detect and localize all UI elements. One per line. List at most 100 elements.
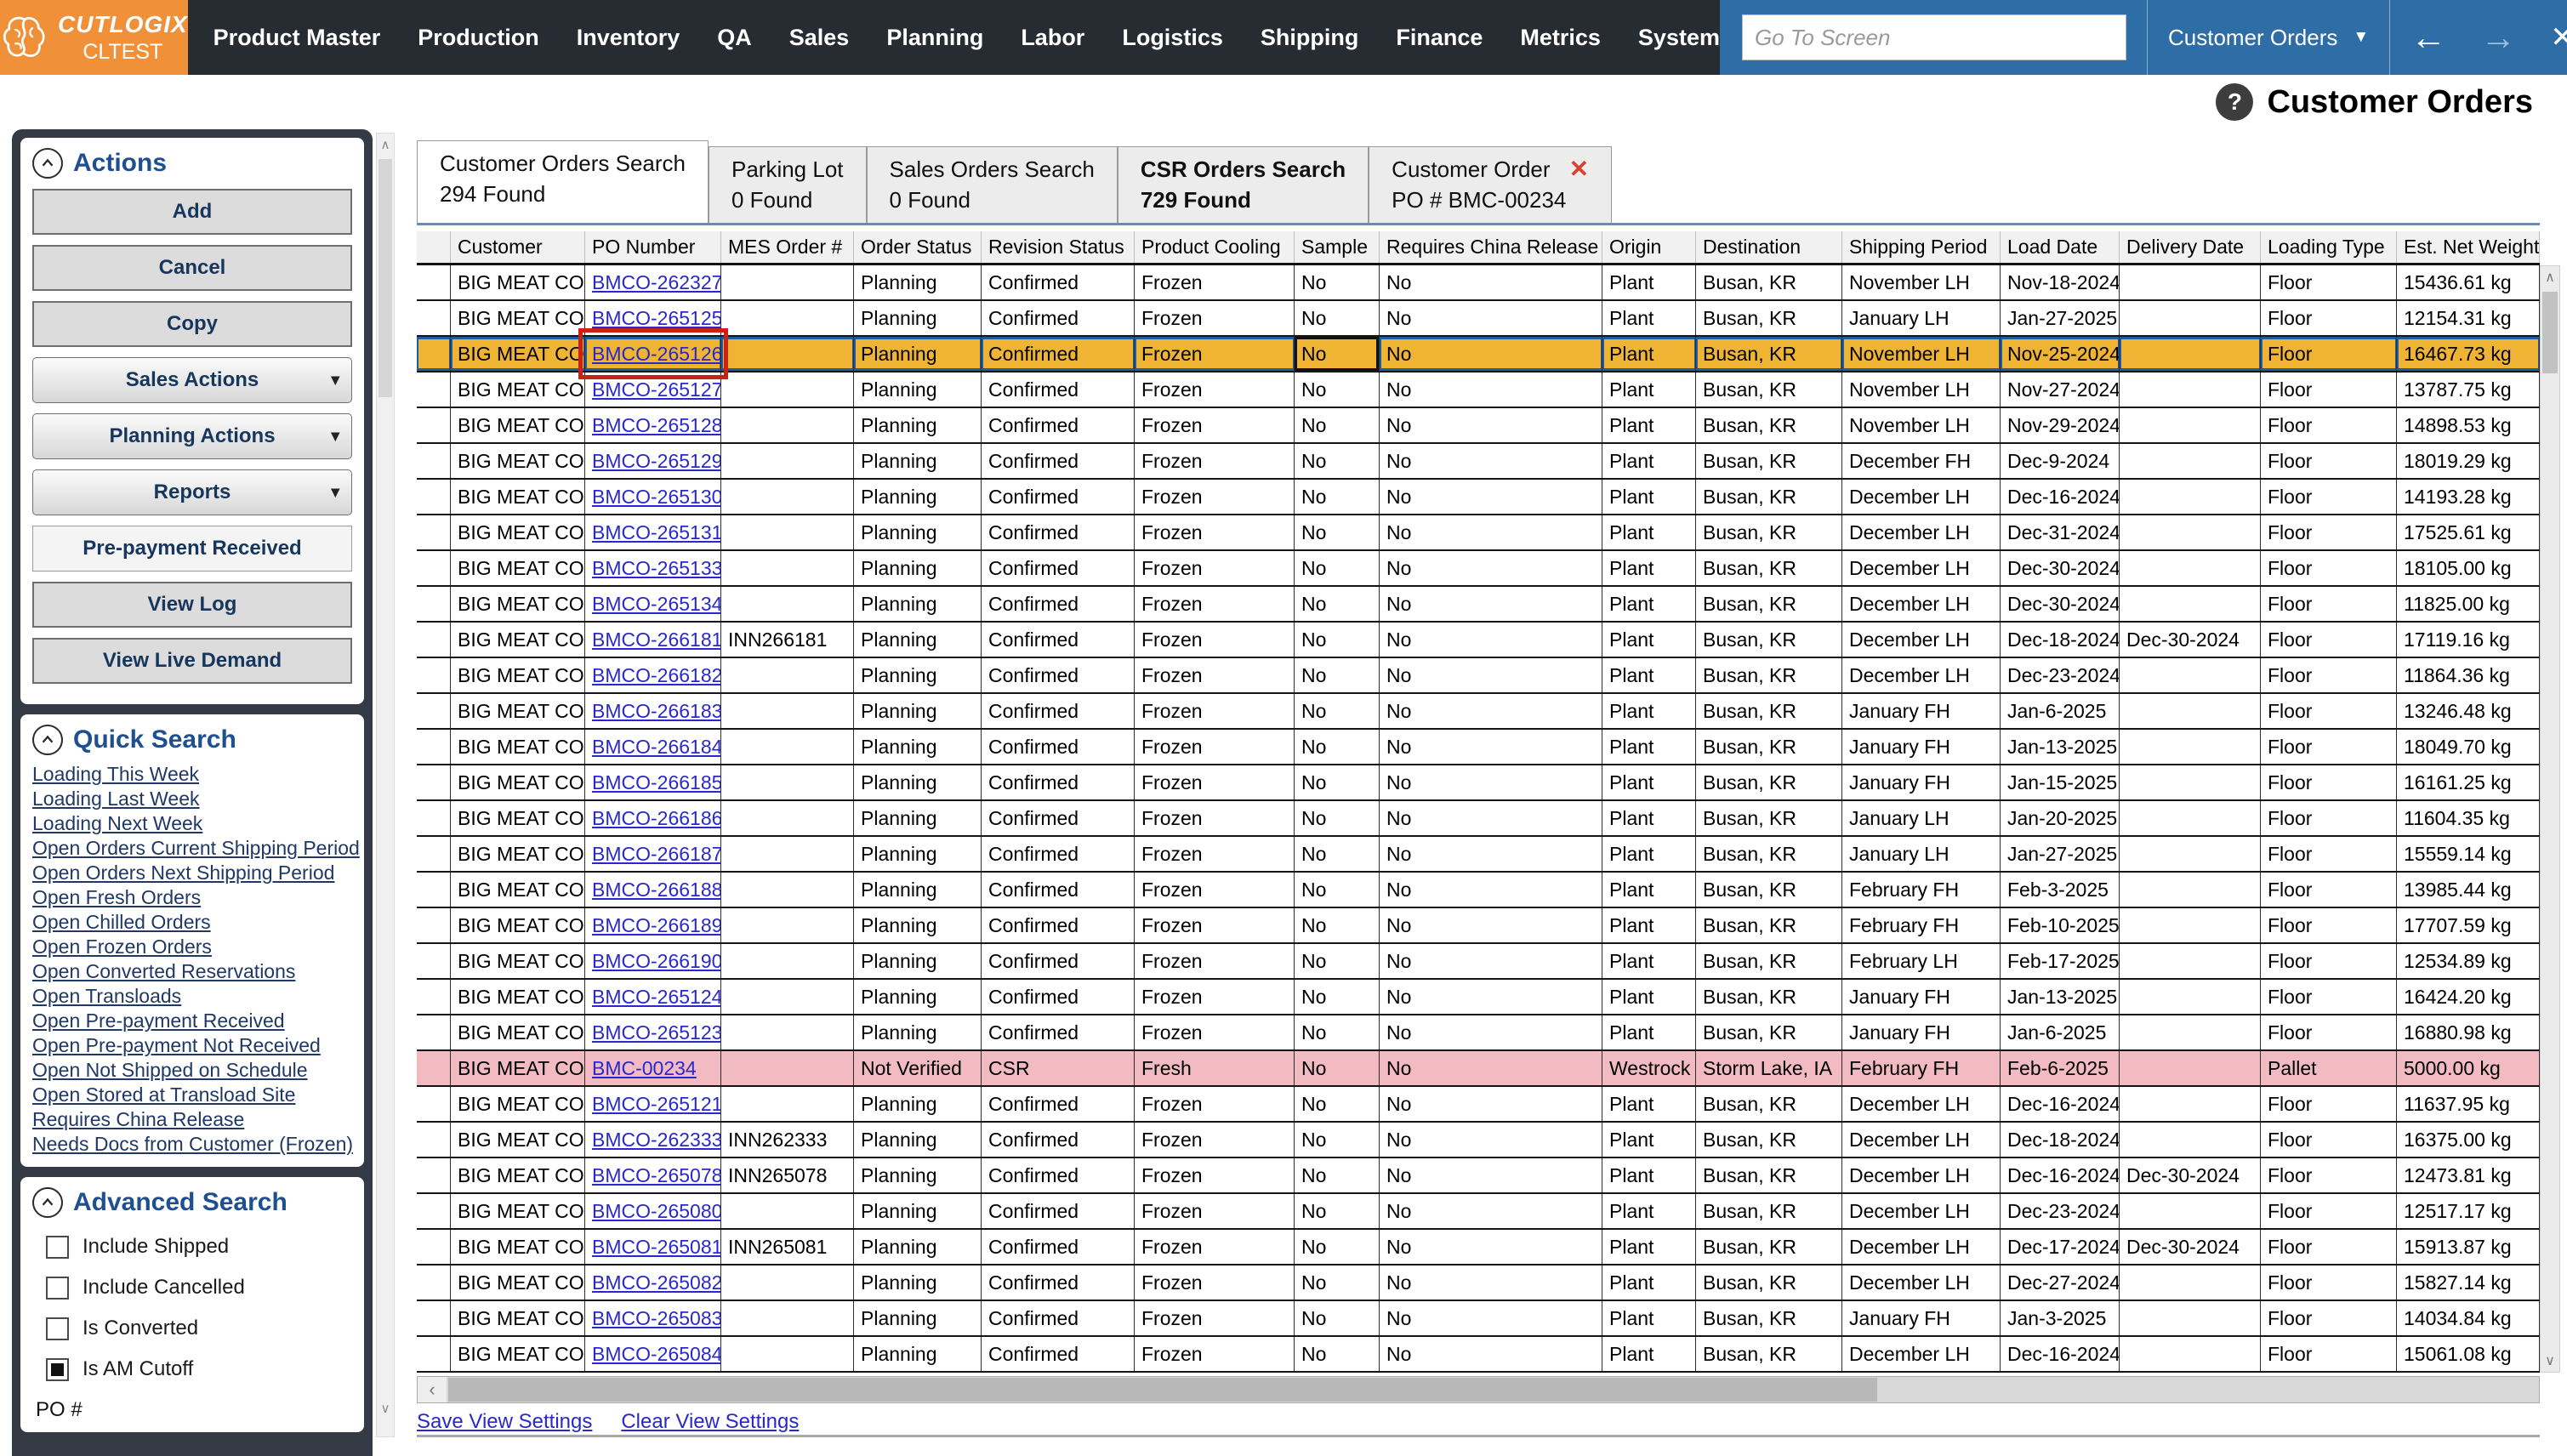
- row-selector-cell[interactable]: [417, 801, 451, 835]
- table-row[interactable]: BIG MEAT COBMCO-266190PlanningConfirmedF…: [417, 944, 2540, 980]
- quick-search-link-loading-this-week[interactable]: Loading This Week: [32, 762, 352, 787]
- table-row[interactable]: BIG MEAT COBMCO-266185PlanningConfirmedF…: [417, 765, 2540, 801]
- view-live-demand-button[interactable]: View Live Demand: [32, 638, 352, 684]
- po-number-link[interactable]: BMCO-266187: [592, 843, 721, 866]
- row-selector-cell[interactable]: [417, 373, 451, 407]
- po-number-link[interactable]: BMCO-266183: [592, 700, 721, 723]
- clear-view-settings-link[interactable]: Clear View Settings: [621, 1410, 799, 1434]
- menu-item-product-master[interactable]: Product Master: [213, 25, 381, 51]
- po-number-link[interactable]: BMCO-265123: [592, 1021, 721, 1044]
- menu-item-production[interactable]: Production: [418, 25, 539, 51]
- sales-actions-button[interactable]: Sales Actions▾: [32, 357, 352, 403]
- menu-item-finance[interactable]: Finance: [1396, 25, 1483, 51]
- menu-item-system[interactable]: System: [1638, 25, 1720, 51]
- table-row[interactable]: BIG MEAT COBMCO-265082PlanningConfirmedF…: [417, 1265, 2540, 1301]
- menu-item-labor[interactable]: Labor: [1021, 25, 1084, 51]
- tab-customer-order[interactable]: Customer Order✕PO # BMC-00234: [1369, 146, 1612, 223]
- table-row[interactable]: BIG MEAT COBMCO-265127PlanningConfirmedF…: [417, 373, 2540, 408]
- row-selector-cell[interactable]: [417, 444, 451, 478]
- go-to-screen-input[interactable]: [1742, 14, 2126, 60]
- po-number-link[interactable]: BMCO-266184: [592, 736, 721, 759]
- column-header-order-status[interactable]: Order Status: [854, 231, 982, 263]
- table-row[interactable]: BIG MEAT COBMCO-266181INN266181PlanningC…: [417, 623, 2540, 658]
- quick-search-link-loading-next-week[interactable]: Loading Next Week: [32, 811, 352, 836]
- table-row[interactable]: BIG MEAT COBMCO-265131PlanningConfirmedF…: [417, 515, 2540, 551]
- row-selector-cell[interactable]: [417, 1301, 451, 1335]
- po-number-link[interactable]: BMCO-265129: [592, 450, 721, 473]
- table-row[interactable]: BIG MEAT COBMC-00234Not VerifiedCSRFresh…: [417, 1051, 2540, 1087]
- horizontal-scrollbar[interactable]: ‹: [417, 1376, 2540, 1403]
- po-number-link[interactable]: BMCO-262327: [592, 271, 721, 294]
- column-header-sample[interactable]: Sample: [1295, 231, 1380, 263]
- table-row[interactable]: BIG MEAT COBMCO-266189PlanningConfirmedF…: [417, 908, 2540, 944]
- po-number-link[interactable]: BMCO-262333: [592, 1129, 721, 1152]
- po-number-link[interactable]: BMCO-266186: [592, 807, 721, 830]
- table-row[interactable]: BIG MEAT COBMCO-265078INN265078PlanningC…: [417, 1158, 2540, 1194]
- quick-search-link-open-frozen-orders[interactable]: Open Frozen Orders: [32, 935, 352, 959]
- row-selector-cell[interactable]: [417, 873, 451, 907]
- scroll-left-icon[interactable]: ‹: [418, 1377, 447, 1402]
- tab-sales-orders-search[interactable]: Sales Orders Search0 Found: [867, 146, 1118, 223]
- table-row[interactable]: BIG MEAT COBMCO-266183PlanningConfirmedF…: [417, 694, 2540, 730]
- scrollbar-thumb[interactable]: [448, 1378, 1877, 1402]
- quick-search-link-open-transloads[interactable]: Open Transloads: [32, 984, 352, 1009]
- menu-item-sales[interactable]: Sales: [789, 25, 850, 51]
- po-number-link[interactable]: BMCO-266181: [592, 628, 721, 651]
- back-icon[interactable]: ←: [2410, 20, 2446, 55]
- collapse-chevron-icon[interactable]: [32, 148, 63, 179]
- scrollbar-thumb[interactable]: [379, 159, 392, 397]
- po-number-link[interactable]: BMCO-265082: [592, 1271, 721, 1294]
- row-selector-cell[interactable]: [417, 730, 451, 764]
- menu-item-inventory[interactable]: Inventory: [577, 25, 680, 51]
- po-number-link[interactable]: BMCO-266185: [592, 771, 721, 794]
- checkbox-include-cancelled[interactable]: [46, 1277, 69, 1300]
- po-number-link[interactable]: BMCO-265084: [592, 1343, 721, 1366]
- table-row[interactable]: BIG MEAT COBMCO-266187PlanningConfirmedF…: [417, 837, 2540, 873]
- table-row[interactable]: BIG MEAT COBMCO-265080PlanningConfirmedF…: [417, 1194, 2540, 1230]
- scroll-down-icon[interactable]: ∨: [2541, 1352, 2559, 1369]
- po-number-link[interactable]: BMCO-265128: [592, 414, 721, 437]
- column-header-product-cooling[interactable]: Product Cooling: [1135, 231, 1295, 263]
- column-header-mes-order[interactable]: MES Order #: [721, 231, 854, 263]
- menu-item-metrics[interactable]: Metrics: [1520, 25, 1601, 51]
- menu-item-logistics[interactable]: Logistics: [1122, 25, 1223, 51]
- row-selector-cell[interactable]: [417, 980, 451, 1014]
- column-header-customer[interactable]: Customer: [451, 231, 585, 263]
- row-selector-cell[interactable]: [417, 623, 451, 657]
- collapse-chevron-icon[interactable]: [32, 1187, 63, 1218]
- quick-search-link-open-pre-payment-received[interactable]: Open Pre-payment Received: [32, 1009, 352, 1033]
- quick-search-link-open-chilled-orders[interactable]: Open Chilled Orders: [32, 910, 352, 935]
- column-header-requires-china-release[interactable]: Requires China Release: [1380, 231, 1602, 263]
- row-selector-cell[interactable]: [417, 1230, 451, 1264]
- column-header-delivery-date[interactable]: Delivery Date: [2120, 231, 2261, 263]
- row-selector-cell[interactable]: [417, 1087, 451, 1121]
- table-row[interactable]: BIG MEAT COBMCO-265084PlanningConfirmedF…: [417, 1337, 2540, 1373]
- table-row[interactable]: BIG MEAT COBMCO-265130PlanningConfirmedF…: [417, 480, 2540, 515]
- sidebar-scrollbar[interactable]: ∧ ∨: [376, 133, 395, 1437]
- table-row[interactable]: BIG MEAT COBMCO-265083PlanningConfirmedF…: [417, 1301, 2540, 1337]
- quick-search-link-open-pre-payment-not-received[interactable]: Open Pre-payment Not Received: [32, 1033, 352, 1058]
- quick-search-link-open-not-shipped-on-schedule[interactable]: Open Not Shipped on Schedule: [32, 1058, 352, 1083]
- table-row[interactable]: BIG MEAT COBMCO-266184PlanningConfirmedF…: [417, 730, 2540, 765]
- add-button[interactable]: Add: [32, 189, 352, 235]
- row-selector-cell[interactable]: [417, 1051, 451, 1085]
- po-number-link[interactable]: BMCO-266182: [592, 664, 721, 687]
- reports-button[interactable]: Reports▾: [32, 469, 352, 515]
- table-row[interactable]: BIG MEAT COBMCO-265128PlanningConfirmedF…: [417, 408, 2540, 444]
- column-header-revision-status[interactable]: Revision Status: [982, 231, 1135, 263]
- row-selector-cell[interactable]: [417, 908, 451, 942]
- po-number-link[interactable]: BMCO-265131: [592, 521, 721, 544]
- quick-search-link-needs-docs-from-customer-frozen[interactable]: Needs Docs from Customer (Frozen): [32, 1132, 352, 1157]
- po-number-link[interactable]: BMCO-266188: [592, 879, 721, 901]
- po-number-link[interactable]: BMC-00234: [592, 1057, 697, 1080]
- scrollbar-thumb[interactable]: [2542, 292, 2558, 373]
- checkbox-is-converted[interactable]: [46, 1317, 69, 1340]
- row-selector-cell[interactable]: [417, 337, 451, 371]
- checkbox-include-shipped[interactable]: [46, 1236, 69, 1259]
- row-selector-cell[interactable]: [417, 301, 451, 335]
- row-selector-cell[interactable]: [417, 765, 451, 799]
- table-row[interactable]: BIG MEAT COBMCO-265124PlanningConfirmedF…: [417, 980, 2540, 1015]
- row-selector-cell[interactable]: [417, 837, 451, 871]
- table-row[interactable]: BIG MEAT COBMCO-265129PlanningConfirmedF…: [417, 444, 2540, 480]
- column-header-destination[interactable]: Destination: [1696, 231, 1842, 263]
